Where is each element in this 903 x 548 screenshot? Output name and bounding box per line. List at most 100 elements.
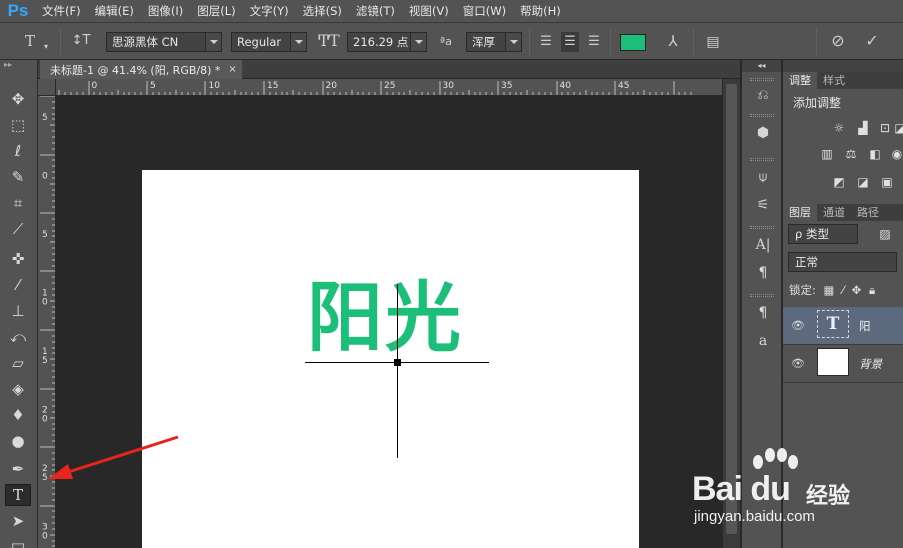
- gradient-map-icon[interactable]: ◪: [854, 174, 872, 190]
- dock-grip[interactable]: [750, 226, 774, 229]
- close-icon[interactable]: ×: [228, 64, 236, 75]
- font-style-select[interactable]: Regular: [231, 32, 307, 52]
- menu-type[interactable]: 文字(Y): [244, 3, 295, 19]
- menu-window[interactable]: 窗口(W): [457, 3, 512, 19]
- shape-tool-icon[interactable]: ▭: [5, 534, 31, 548]
- blur-tool-icon[interactable]: ♦: [5, 404, 31, 426]
- layer-row-background[interactable]: 👁︎ 背景: [783, 345, 903, 383]
- tab-styles[interactable]: 样式: [817, 72, 851, 89]
- dodge-tool-icon[interactable]: ●: [5, 430, 31, 452]
- photo-filter-icon[interactable]: ◉: [888, 146, 903, 162]
- menu-select[interactable]: 选择(S): [297, 3, 348, 19]
- ruler-label: 5: [150, 81, 156, 91]
- document-tab[interactable]: 未标题-1 @ 41.4% (阳, RGB/8) * ×: [40, 60, 242, 79]
- brush-presets-icon[interactable]: ⍦: [752, 166, 774, 188]
- lock-pixels-icon[interactable]: ⁄: [842, 283, 844, 297]
- pen-tool-icon[interactable]: ✒: [5, 458, 31, 480]
- tab-adjustments[interactable]: 调整: [783, 72, 817, 89]
- cancel-edit-icon[interactable]: ⊘: [828, 31, 848, 51]
- path-select-tool-icon[interactable]: ➤: [5, 510, 31, 532]
- ruler-label: 30: [443, 81, 455, 91]
- invert-icon[interactable]: ◩: [830, 174, 848, 190]
- crop-tool-icon[interactable]: ⌗: [5, 192, 31, 214]
- ruler-origin[interactable]: [38, 79, 56, 96]
- type-tool-icon[interactable]: T: [5, 484, 31, 506]
- align-right-icon[interactable]: ☰: [585, 32, 603, 52]
- preset-chevron-down-icon[interactable]: ▾: [42, 37, 50, 57]
- align-left-icon[interactable]: ☰: [537, 32, 555, 52]
- menu-layer[interactable]: 图层(L): [191, 3, 241, 19]
- lock-all-icon[interactable]: 🔒︎: [869, 283, 875, 297]
- divider: [529, 29, 530, 55]
- lock-transparent-icon[interactable]: ▦: [824, 283, 835, 297]
- menu-file[interactable]: 文件(F): [36, 3, 87, 19]
- marquee-tool-icon[interactable]: ⬚: [5, 114, 31, 136]
- type-tool-preset-icon[interactable]: T: [18, 31, 42, 51]
- text-color-swatch[interactable]: [620, 34, 646, 51]
- clone-stamp-tool-icon[interactable]: ⊥: [5, 300, 31, 322]
- character-styles-icon[interactable]: a: [752, 330, 774, 352]
- history-brush-tool-icon[interactable]: ⤺: [5, 326, 31, 348]
- eyedropper-tool-icon[interactable]: ⟋: [5, 218, 31, 240]
- vibrance-icon[interactable]: ▥: [818, 146, 836, 162]
- levels-icon[interactable]: ▟: [854, 120, 872, 136]
- warp-text-icon[interactable]: ⅄: [663, 31, 683, 51]
- ruler-label: 0: [42, 172, 48, 182]
- layer-name[interactable]: 背景: [859, 356, 882, 372]
- character-panel-icon[interactable]: ▤: [703, 32, 723, 52]
- layer-row-text[interactable]: 👁︎ T 阳: [783, 307, 903, 345]
- dock-grip[interactable]: [750, 78, 774, 81]
- align-center-icon[interactable]: ☰: [561, 32, 579, 52]
- visibility-eye-icon[interactable]: 👁︎: [791, 357, 805, 370]
- blend-mode-select[interactable]: 正常: [788, 252, 897, 272]
- toolbar-grip[interactable]: ▸▸: [0, 60, 37, 70]
- eraser-tool-icon[interactable]: ▱: [5, 352, 31, 374]
- color-balance-icon[interactable]: ⚖: [842, 146, 860, 162]
- move-tool-icon[interactable]: ✥: [5, 88, 31, 110]
- lock-position-icon[interactable]: ✥: [852, 283, 862, 297]
- document-tab-title: 未标题-1 @ 41.4% (阳, RGB/8) *: [50, 63, 221, 77]
- character-panel-icon[interactable]: A|: [752, 234, 774, 256]
- healing-brush-tool-icon[interactable]: ✜: [5, 248, 31, 270]
- ruler-label: 45: [618, 81, 629, 91]
- brightness-icon[interactable]: ☼: [830, 120, 848, 136]
- font-size-icon: ͲT: [318, 31, 340, 50]
- menu-help[interactable]: 帮助(H): [514, 3, 567, 19]
- layer-filter-select[interactable]: ρ 类型: [788, 224, 858, 244]
- collapse-icon[interactable]: ◂◂: [742, 60, 781, 72]
- 3d-panel-icon[interactable]: ⬢: [752, 122, 774, 144]
- visibility-eye-icon[interactable]: 👁︎: [791, 319, 805, 332]
- lasso-tool-icon[interactable]: ℓ: [5, 140, 31, 162]
- quick-select-tool-icon[interactable]: ✎: [5, 166, 31, 188]
- menu-edit[interactable]: 编辑(E): [89, 3, 140, 19]
- tab-layers[interactable]: 图层: [783, 204, 817, 221]
- background-layer-thumbnail: [817, 348, 849, 376]
- paint-bucket-tool-icon[interactable]: ◈: [5, 378, 31, 400]
- dock-grip[interactable]: [750, 114, 774, 117]
- tab-paths[interactable]: 路径: [851, 204, 885, 221]
- menu-filter[interactable]: 滤镜(T): [350, 3, 401, 19]
- font-family-select[interactable]: 思源黑体 CN: [106, 32, 222, 52]
- selective-color-icon[interactable]: ▣: [878, 174, 896, 190]
- tool-presets-icon[interactable]: ⚟: [752, 194, 774, 216]
- paragraph-panel-icon[interactable]: ¶: [752, 262, 774, 284]
- font-size-select[interactable]: 216.29 点: [347, 32, 427, 52]
- toggle-text-orientation-icon[interactable]: ↕T: [70, 31, 92, 51]
- exposure-icon[interactable]: ◪: [891, 120, 903, 136]
- text-layer-content[interactable]: 阳光: [307, 268, 463, 368]
- antialias-select[interactable]: 浑厚: [466, 32, 522, 52]
- horizontal-ruler[interactable]: 5051015202530354045: [56, 79, 722, 96]
- paragraph-styles-icon[interactable]: ¶: [752, 302, 774, 324]
- document-canvas[interactable]: 阳光: [142, 170, 639, 548]
- dock-grip[interactable]: [750, 158, 774, 161]
- layer-name[interactable]: 阳: [859, 318, 871, 334]
- menu-view[interactable]: 视图(V): [403, 3, 455, 19]
- menu-image[interactable]: 图像(I): [142, 3, 189, 19]
- commit-edit-icon[interactable]: ✓: [862, 31, 882, 51]
- history-panel-icon[interactable]: ⎌: [752, 84, 774, 106]
- brush-tool-icon[interactable]: ⁄: [5, 274, 31, 296]
- black-white-icon[interactable]: ◧: [866, 146, 884, 162]
- filter-image-icon[interactable]: ▨: [876, 226, 894, 242]
- tab-channels[interactable]: 通道: [817, 204, 851, 221]
- dock-grip[interactable]: [750, 294, 774, 297]
